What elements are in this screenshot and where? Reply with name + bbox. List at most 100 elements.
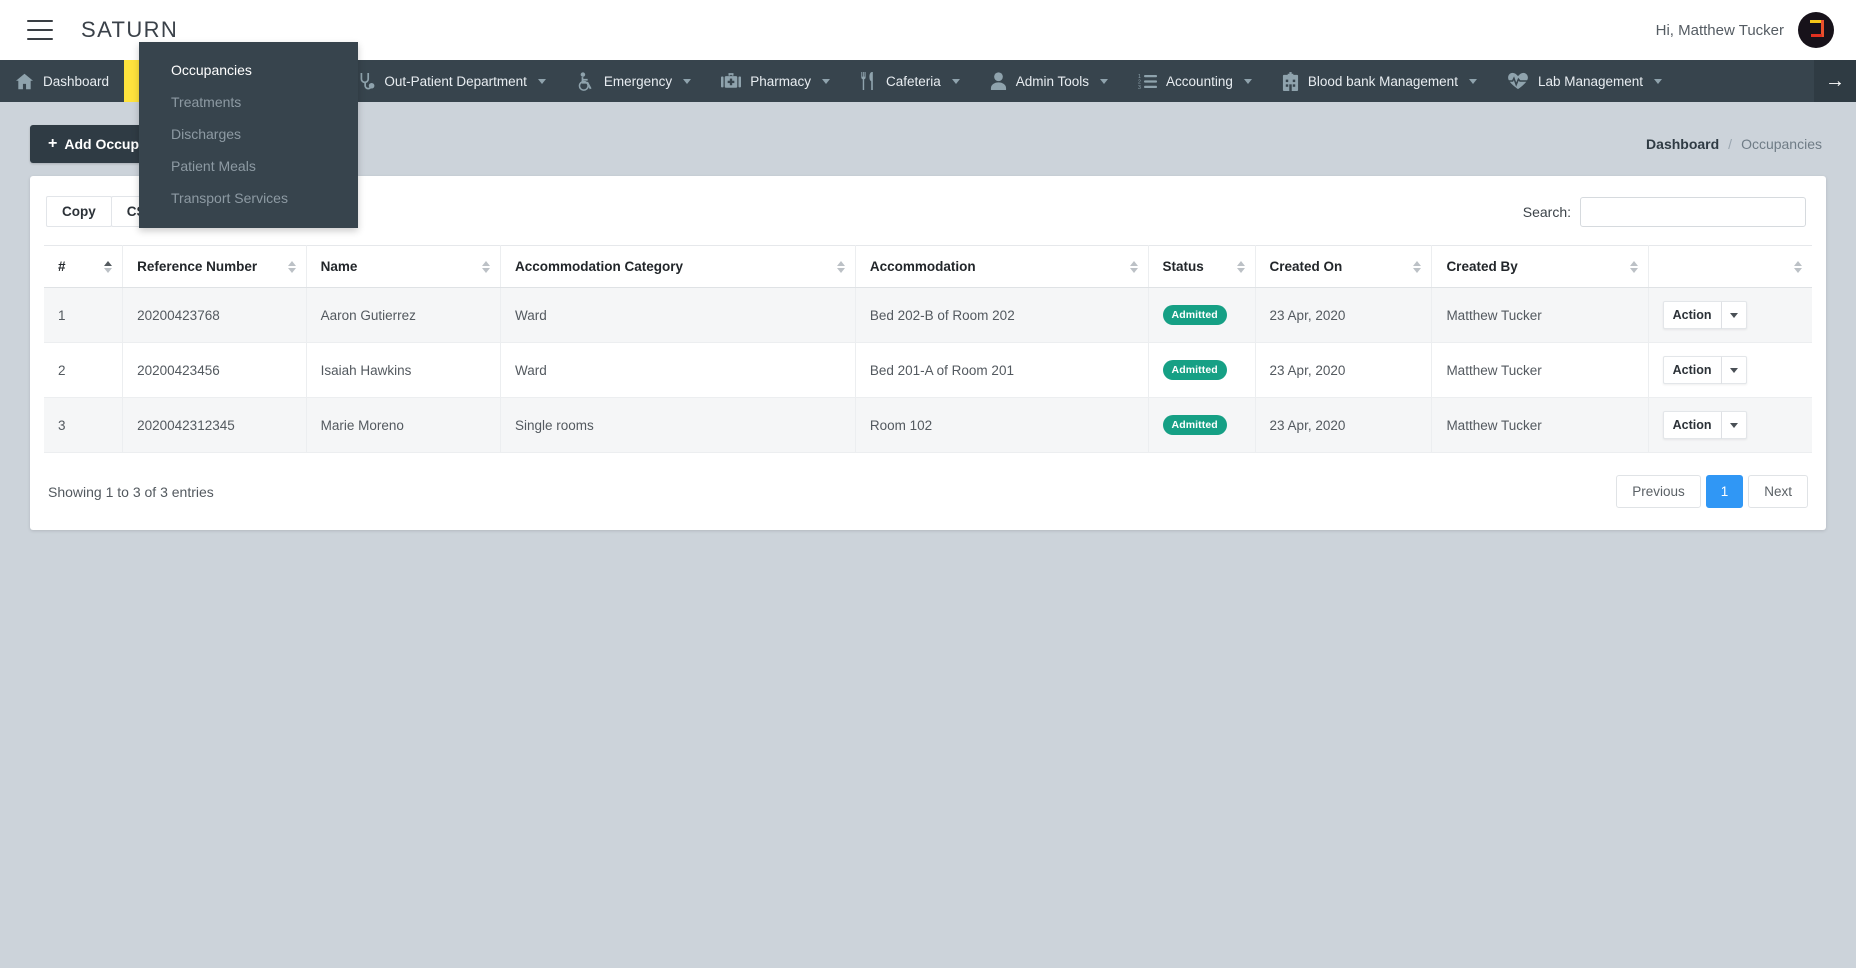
column-label: Accommodation [869, 259, 976, 274]
column-header-name[interactable]: Name [306, 245, 501, 288]
svg-text:3: 3 [1138, 84, 1141, 89]
nav-item-pharmacy[interactable]: Pharmacy [706, 60, 845, 102]
user-greeting: Hi, Matthew Tucker [1655, 21, 1784, 39]
cell-reference-number: 20200423456 [122, 342, 307, 398]
column-label: Accommodation Category [514, 259, 683, 274]
action-dropdown[interactable]: Action [1662, 301, 1747, 329]
copy-button[interactable]: Copy [46, 196, 112, 227]
cell-created-on: 23 Apr, 2020 [1255, 397, 1433, 453]
breadcrumb-dashboard[interactable]: Dashboard [1646, 136, 1719, 152]
pagination-next[interactable]: Next [1748, 475, 1808, 508]
status-badge: Admitted [1162, 415, 1227, 435]
breadcrumb-separator: / [1728, 136, 1733, 152]
pagination-previous[interactable]: Previous [1616, 475, 1701, 508]
table-row: 3 2020042312345 Marie Moreno Single room… [44, 397, 1812, 453]
nav-label: Accounting [1166, 73, 1233, 89]
nav-item-lab-management[interactable]: Lab Management [1492, 60, 1677, 102]
avatar[interactable] [1798, 12, 1834, 48]
cell-name: Marie Moreno [306, 397, 501, 453]
hamburger-icon[interactable] [27, 20, 53, 40]
cell-name: Aaron Gutierrez [306, 287, 501, 343]
chevron-down-icon [1243, 78, 1252, 84]
sort-icon [1794, 260, 1802, 273]
list-ol-icon: 123 [1138, 73, 1158, 90]
column-header-actions[interactable] [1648, 245, 1812, 288]
chevron-down-icon[interactable] [1721, 411, 1747, 439]
pagination-page-1[interactable]: 1 [1705, 475, 1744, 508]
sort-icon [1413, 260, 1422, 273]
column-label: Name [320, 259, 358, 274]
sort-icon [104, 260, 113, 273]
wheelchair-icon [576, 71, 595, 91]
dropdown-item-treatments[interactable]: Treatments [139, 86, 358, 118]
cell-status: Admitted [1148, 287, 1256, 343]
chevron-down-icon [821, 78, 830, 84]
cell-created-by: Matthew Tucker [1431, 397, 1649, 453]
chevron-down-icon[interactable] [1721, 301, 1747, 329]
cutlery-icon [860, 72, 877, 90]
cell-accommodation: Room 102 [855, 397, 1149, 453]
breadcrumb-occupancies[interactable]: Occupancies [1741, 136, 1822, 152]
nav-label: Cafeteria [885, 73, 941, 89]
cell-status: Admitted [1148, 397, 1256, 453]
cell-name: Isaiah Hawkins [306, 342, 501, 398]
column-header-accommodation[interactable]: Accommodation [855, 245, 1149, 288]
column-label: # [58, 259, 66, 274]
table-row: 1 20200423768 Aaron Gutierrez Ward Bed 2… [44, 287, 1812, 343]
column-header-created-on[interactable]: Created On [1255, 245, 1433, 288]
column-header-index[interactable]: # [44, 245, 124, 288]
chevron-down-icon [1100, 78, 1109, 84]
chevron-down-icon[interactable] [1721, 356, 1747, 384]
table-header: # Reference Number Name Accommodation Ca… [44, 245, 1812, 288]
cell-index: 1 [44, 287, 124, 343]
nav-item-accounting[interactable]: 123 Accounting [1123, 60, 1267, 102]
pagination: Previous 1 Next [1616, 475, 1808, 508]
topbar-right: Hi, Matthew Tucker [1656, 12, 1834, 48]
chevron-down-icon [951, 78, 960, 84]
action-button[interactable]: Action [1662, 356, 1722, 384]
search-input[interactable] [1580, 196, 1806, 227]
action-button[interactable]: Action [1662, 301, 1722, 329]
cell-reference-number: 2020042312345 [122, 397, 307, 453]
dropdown-item-transport-services[interactable]: Transport Services [139, 182, 358, 214]
heartbeat-icon [1507, 72, 1529, 90]
cell-accommodation: Bed 202-B of Room 202 [855, 287, 1149, 343]
arrow-right-icon[interactable]: → [1814, 60, 1856, 102]
chevron-down-icon [683, 78, 692, 84]
column-header-reference-number[interactable]: Reference Number [122, 245, 307, 288]
nav-item-dashboard[interactable]: Dashboard [0, 60, 124, 102]
cell-accommodation-category: Ward [500, 342, 856, 398]
action-dropdown[interactable]: Action [1662, 356, 1747, 384]
nav-item-blood-bank-management[interactable]: Blood bank Management [1267, 60, 1492, 102]
nav-item-cafeteria[interactable]: Cafeteria [845, 60, 975, 102]
nav-label: Out-Patient Department [384, 73, 527, 89]
cell-index: 3 [44, 397, 124, 453]
nav-label: Emergency [603, 73, 673, 89]
cell-created-by: Matthew Tucker [1431, 342, 1649, 398]
column-header-status[interactable]: Status [1148, 245, 1256, 288]
cell-created-on: 23 Apr, 2020 [1255, 287, 1433, 343]
dropdown-item-patient-meals[interactable]: Patient Meals [139, 150, 358, 182]
search-container: Search: [1523, 196, 1810, 227]
action-button[interactable]: Action [1662, 411, 1722, 439]
cell-action: Action [1648, 397, 1812, 453]
medkit-icon [721, 72, 742, 90]
cell-status: Admitted [1148, 342, 1256, 398]
action-dropdown[interactable]: Action [1662, 411, 1747, 439]
cell-action: Action [1648, 287, 1812, 343]
column-header-accommodation-category[interactable]: Accommodation Category [500, 245, 856, 288]
nav-label: Admin Tools [1015, 73, 1090, 89]
column-header-created-by[interactable]: Created By [1431, 245, 1649, 288]
table-header-row: # Reference Number Name Accommodation Ca… [44, 245, 1812, 288]
chevron-down-icon [1654, 78, 1663, 84]
column-label: Reference Number [137, 259, 258, 274]
plus-icon: + [48, 135, 58, 152]
dropdown-item-discharges[interactable]: Discharges [139, 118, 358, 150]
nav-item-admin-tools[interactable]: Admin Tools [975, 60, 1123, 102]
dropdown-item-occupancies[interactable]: Occupancies [139, 54, 358, 86]
cell-accommodation: Bed 201-A of Room 201 [855, 342, 1149, 398]
nav-item-emergency[interactable]: Emergency [561, 60, 706, 102]
nav-item-out-patient-department[interactable]: Out-Patient Department [343, 60, 561, 102]
cell-reference-number: 20200423768 [122, 287, 307, 343]
table-body: 1 20200423768 Aaron Gutierrez Ward Bed 2… [44, 287, 1812, 453]
